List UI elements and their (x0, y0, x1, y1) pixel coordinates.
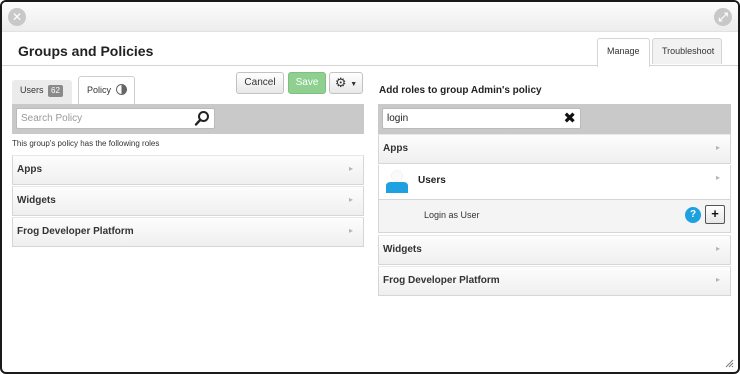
policy-search-bar: Search Policy (12, 104, 364, 134)
header: Groups and Policies Manage Troubleshoot (2, 32, 738, 67)
chevron-right-icon: ▸ (715, 173, 720, 182)
chevron-right-icon: ▸ (348, 226, 353, 235)
policy-search-placeholder: Search Policy (21, 113, 83, 124)
right-section-apps[interactable]: Apps ▸ (378, 134, 731, 164)
users-count-badge: 62 (48, 85, 63, 97)
right-section-frog-developer-platform[interactable]: Frog Developer Platform ▸ (378, 266, 731, 296)
search-icon[interactable] (194, 110, 210, 127)
policy-caption: This group's policy has the following ro… (12, 139, 160, 148)
resize-handle-icon[interactable] (724, 358, 734, 368)
clear-icon[interactable]: ✖ (563, 109, 576, 128)
role-label: Login as User (424, 210, 480, 220)
tab-policy[interactable]: Policy (78, 76, 135, 104)
half-circle-icon (115, 84, 127, 95)
add-role-button[interactable]: + (705, 205, 725, 224)
roles-search-input[interactable]: login ✖ (382, 108, 581, 129)
chevron-right-icon: ▸ (348, 195, 353, 204)
section-label: Widgets (383, 244, 422, 255)
left-section-apps[interactable]: Apps ▸ (12, 155, 364, 185)
cancel-button[interactable]: Cancel (236, 72, 284, 94)
chevron-right-icon: ▸ (348, 164, 353, 173)
tab-users-label: Users (20, 85, 44, 95)
policy-search-input[interactable]: Search Policy (16, 108, 215, 129)
tab-troubleshoot[interactable]: Troubleshoot (652, 38, 722, 64)
settings-dropdown-button[interactable]: ⚙ ▼ (329, 72, 363, 94)
dialog-window: ✕ ⤢ Groups and Policies Manage Troublesh… (0, 0, 740, 374)
tab-policy-label: Policy (87, 85, 112, 95)
section-label: Widgets (17, 195, 56, 206)
tab-users[interactable]: Users 62 (12, 80, 72, 104)
help-icon[interactable]: ? (685, 207, 701, 223)
close-icon[interactable]: ✕ (8, 8, 26, 26)
chevron-right-icon: ▸ (715, 275, 720, 284)
save-button[interactable]: Save (288, 72, 326, 94)
section-label: Apps (383, 143, 408, 154)
page-title: Groups and Policies (18, 43, 154, 59)
user-avatar-icon (386, 170, 408, 193)
right-section-widgets[interactable]: Widgets ▸ (378, 235, 731, 265)
role-row-login-as-user: Login as User ? + (378, 199, 731, 233)
chevron-right-icon: ▸ (715, 143, 720, 152)
chevron-right-icon: ▸ (715, 244, 720, 253)
left-section-frog-developer-platform[interactable]: Frog Developer Platform ▸ (12, 217, 364, 247)
roles-search-bar: login ✖ (378, 104, 731, 134)
roles-search-value: login (387, 113, 409, 124)
users-app-item[interactable]: Users ▸ (378, 165, 731, 199)
left-section-widgets[interactable]: Widgets ▸ (12, 186, 364, 216)
users-app-label: Users (418, 175, 446, 186)
section-label: Frog Developer Platform (17, 226, 134, 237)
add-roles-title: Add roles to group Admin's policy (379, 85, 542, 96)
caret-down-icon: ▼ (350, 81, 358, 88)
expand-icon[interactable]: ⤢ (714, 8, 732, 26)
gear-icon: ⚙ (334, 75, 347, 90)
section-label: Apps (17, 164, 42, 175)
section-label: Frog Developer Platform (383, 275, 500, 286)
title-bar: ✕ ⤢ (2, 2, 738, 32)
tab-manage[interactable]: Manage (597, 38, 650, 67)
